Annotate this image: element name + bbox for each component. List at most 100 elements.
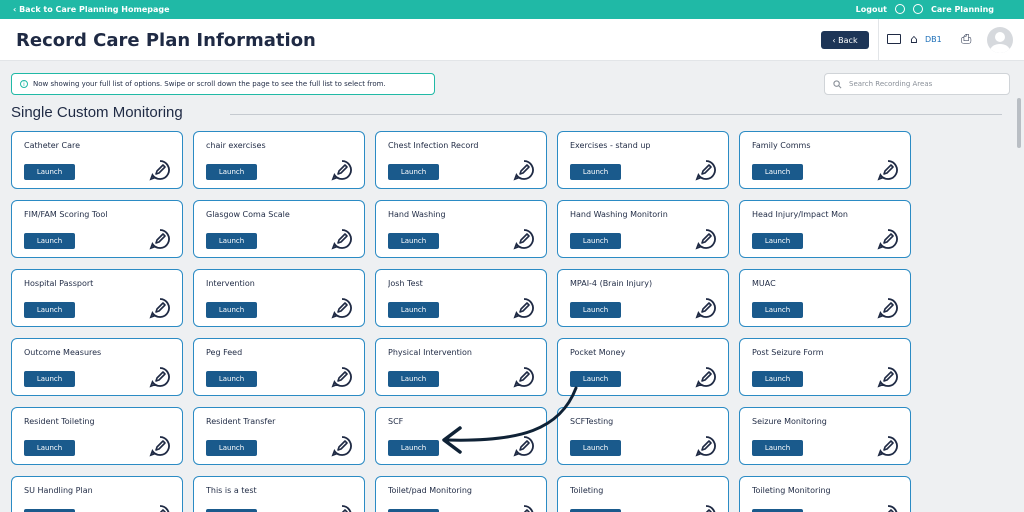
edit-icon[interactable] (877, 228, 899, 250)
recording-area-card: MPAI-4 (Brain Injury) Launch (557, 269, 729, 327)
search-box[interactable] (824, 73, 1010, 95)
settings-icon[interactable] (913, 4, 924, 14)
edit-icon[interactable] (695, 504, 717, 512)
card-title: Catheter Care (24, 141, 81, 150)
launch-button[interactable]: Launch (570, 302, 621, 318)
recording-area-card: Hand Washing Monitorin Launch (557, 200, 729, 258)
launch-button[interactable]: Launch (752, 164, 803, 180)
edit-icon[interactable] (331, 435, 353, 457)
edit-icon[interactable] (877, 366, 899, 388)
recording-area-card: Glasgow Coma Scale Launch (193, 200, 365, 258)
launch-button[interactable]: Launch (570, 164, 621, 180)
logout-link[interactable]: Logout (856, 5, 887, 14)
card-title: Exercises - stand up (570, 141, 651, 150)
edit-icon[interactable] (513, 297, 535, 319)
card-title: Post Seizure Form (752, 348, 824, 357)
launch-button[interactable]: Launch (206, 302, 257, 318)
card-title: Josh Test (388, 279, 423, 288)
launch-button[interactable]: Launch (388, 440, 439, 456)
app-name: Care Planning (931, 4, 994, 14)
card-title: Intervention (206, 279, 255, 288)
search-icon (833, 79, 842, 88)
launch-button[interactable]: Launch (206, 233, 257, 249)
edit-icon[interactable] (877, 435, 899, 457)
card-title: chair exercises (206, 141, 266, 150)
logout-icon[interactable] (895, 4, 906, 14)
edit-icon[interactable] (877, 159, 899, 181)
card-title: Family Comms (752, 141, 811, 150)
edit-icon[interactable] (331, 228, 353, 250)
launch-button[interactable]: Launch (752, 440, 803, 456)
edit-icon[interactable] (513, 159, 535, 181)
card-title: MPAI-4 (Brain Injury) (570, 279, 653, 288)
recording-areas-grid: Catheter Care Launch chair exercises Launch… (11, 131, 911, 512)
card-title: Peg Feed (206, 348, 243, 357)
edit-icon[interactable] (695, 159, 717, 181)
search-input[interactable] (849, 80, 999, 88)
recording-area-card: Peg Feed Launch (193, 338, 365, 396)
edit-icon[interactable] (331, 504, 353, 512)
launch-button[interactable]: Launch (24, 440, 75, 456)
launch-button[interactable]: Launch (570, 233, 621, 249)
recording-area-card: MUAC Launch (739, 269, 911, 327)
card-title: Glasgow Coma Scale (206, 210, 290, 219)
launch-button[interactable]: Launch (24, 302, 75, 318)
launch-button[interactable]: Launch (570, 440, 621, 456)
recording-area-card: Hospital Passport Launch (11, 269, 183, 327)
edit-icon[interactable] (149, 366, 171, 388)
mail-icon[interactable] (887, 34, 901, 44)
back-to-homepage-link[interactable]: ‹ Back to Care Planning Homepage (13, 5, 170, 14)
edit-icon[interactable] (695, 297, 717, 319)
launch-button[interactable]: Launch (752, 371, 803, 387)
card-title: Resident Transfer (206, 417, 276, 426)
info-notice: i Now showing your full list of options.… (11, 73, 435, 95)
print-icon[interactable]: ⎙ (961, 32, 971, 47)
launch-button[interactable]: Launch (24, 371, 75, 387)
edit-icon[interactable] (149, 297, 171, 319)
launch-button[interactable]: Launch (206, 371, 257, 387)
edit-icon[interactable] (149, 228, 171, 250)
launch-button[interactable]: Launch (570, 371, 621, 387)
edit-icon[interactable] (331, 366, 353, 388)
card-title: Head Injury/Impact Mon (752, 210, 848, 219)
edit-icon[interactable] (331, 159, 353, 181)
launch-button[interactable]: Launch (752, 302, 803, 318)
card-title: Seizure Monitoring (752, 417, 827, 426)
card-title: SU Handling Plan (24, 486, 93, 495)
launch-button[interactable]: Launch (24, 164, 75, 180)
launch-button[interactable]: Launch (388, 302, 439, 318)
home-icon[interactable]: ⌂ (910, 32, 918, 46)
edit-icon[interactable] (513, 435, 535, 457)
edit-icon[interactable] (149, 504, 171, 512)
launch-button[interactable]: Launch (388, 371, 439, 387)
edit-icon[interactable] (513, 228, 535, 250)
launch-button[interactable]: Launch (388, 164, 439, 180)
edit-icon[interactable] (149, 435, 171, 457)
edit-icon[interactable] (695, 435, 717, 457)
recording-area-card: Family Comms Launch (739, 131, 911, 189)
scrollbar[interactable] (1017, 98, 1021, 148)
recording-area-card: Josh Test Launch (375, 269, 547, 327)
card-title: Outcome Measures (24, 348, 102, 357)
edit-icon[interactable] (695, 228, 717, 250)
edit-icon[interactable] (331, 297, 353, 319)
edit-icon[interactable] (877, 297, 899, 319)
home-label[interactable]: DB1 (925, 35, 942, 44)
section-title: Single Custom Monitoring (11, 104, 183, 121)
launch-button[interactable]: Launch (388, 233, 439, 249)
edit-icon[interactable] (695, 366, 717, 388)
header-divider (878, 19, 879, 61)
launch-button[interactable]: Launch (206, 440, 257, 456)
launch-button[interactable]: Launch (206, 164, 257, 180)
recording-area-card: SCF Launch (375, 407, 547, 465)
recording-area-card: Head Injury/Impact Mon Launch (739, 200, 911, 258)
avatar[interactable] (987, 27, 1013, 53)
edit-icon[interactable] (877, 504, 899, 512)
launch-button[interactable]: Launch (24, 233, 75, 249)
back-button[interactable]: ‹ Back (821, 31, 869, 49)
recording-area-card: Toilet/pad MonitoringLaunch (375, 476, 547, 512)
edit-icon[interactable] (513, 366, 535, 388)
launch-button[interactable]: Launch (752, 233, 803, 249)
edit-icon[interactable] (513, 504, 535, 512)
edit-icon[interactable] (149, 159, 171, 181)
